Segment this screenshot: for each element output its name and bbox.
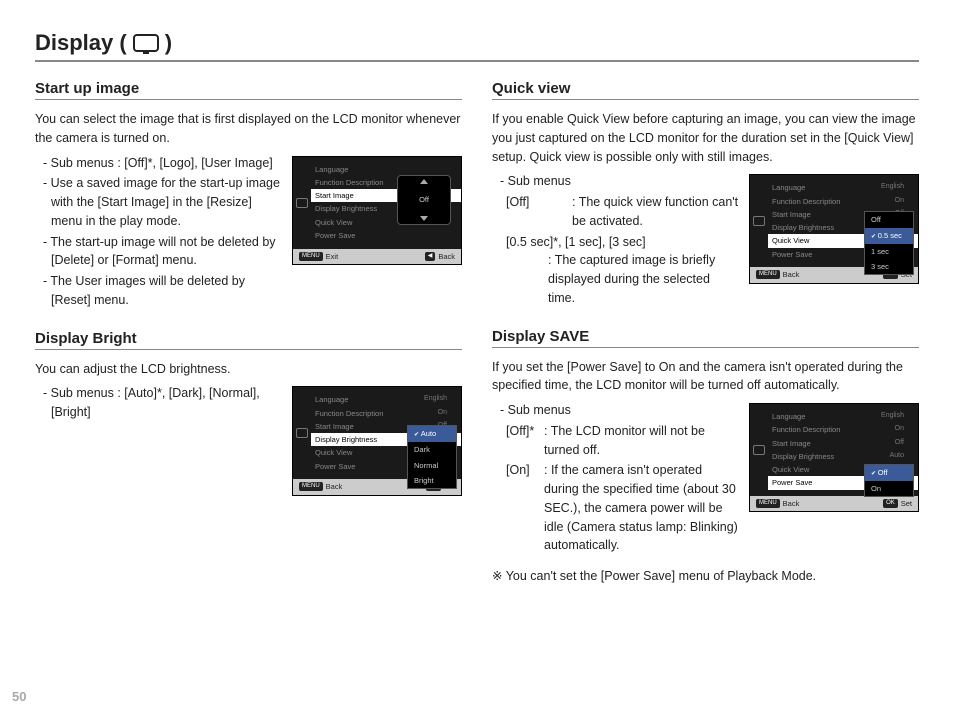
save-note: ※ You can't set the [Power Save] menu of… <box>492 567 919 586</box>
list-item: The User images will be deleted by [Rese… <box>43 272 282 310</box>
save-intro: If you set the [Power Save] to On and th… <box>492 358 919 396</box>
lcd-row: Start ImageOff <box>768 437 918 450</box>
lcd-row: Display BrightnessAuto <box>768 450 918 463</box>
section-heading-quickview: Quick view <box>492 80 919 100</box>
lcd-row: Function DescriptionOn <box>768 195 918 208</box>
list-item: Sub menus : [Auto]*, [Dark], [Normal], [… <box>43 384 282 422</box>
lcd-row: LanguageEnglish <box>768 410 918 423</box>
lcd-row: LanguageEnglish <box>311 393 461 406</box>
lcd-row: Function DescriptionOn <box>311 407 461 420</box>
page-title: Display ( ) <box>35 30 919 62</box>
section-heading-save: Display SAVE <box>492 328 919 348</box>
popup-option: Off <box>865 212 913 227</box>
lcd-quickview: LanguageEnglish Function DescriptionOn S… <box>749 174 919 283</box>
lcd-row: Language <box>311 163 461 176</box>
def-row: [Off]* : The LCD monitor will not be tur… <box>492 422 739 460</box>
lcd-row: Power Save <box>311 229 461 242</box>
display-icon <box>296 198 308 208</box>
sub-menus-label: Sub menus <box>500 172 739 191</box>
lcd-footer: MENUExit ◀Back <box>293 249 461 264</box>
ok-button-icon: OK <box>883 499 898 508</box>
popup-option: Bright <box>408 473 456 488</box>
display-icon <box>753 216 765 226</box>
lcd-startup: Language Function Description Start Imag… <box>292 156 462 265</box>
lcd-row: LanguageEnglish <box>768 181 918 194</box>
def-row: [Off] : The quick view function can't be… <box>492 193 739 231</box>
startup-bullets: Sub menus : [Off]*, [Logo], [User Image]… <box>35 154 282 310</box>
display-icon <box>753 445 765 455</box>
title-suffix: ) <box>165 30 172 56</box>
lcd-popup: Off <box>397 175 451 225</box>
lcd-popup: Off On <box>864 464 914 497</box>
sub-menus-label: Sub menus <box>500 401 739 420</box>
def-row: [0.5 sec]*, [1 sec], [3 sec] : The captu… <box>492 233 739 308</box>
chevron-down-icon <box>420 216 428 221</box>
bright-intro: You can adjust the LCD brightness. <box>35 360 462 379</box>
popup-option: 3 sec <box>865 259 913 274</box>
menu-button-icon: MENU <box>299 482 323 491</box>
display-icon <box>296 428 308 438</box>
quickview-intro: If you enable Quick View before capturin… <box>492 110 919 166</box>
section-heading-bright: Display Bright <box>35 330 462 350</box>
startup-intro: You can select the image that is first d… <box>35 110 462 148</box>
lcd-save: LanguageEnglish Function DescriptionOn S… <box>749 403 919 512</box>
popup-option-selected: Off <box>865 465 913 481</box>
popup-option: Dark <box>408 442 456 457</box>
popup-option: 1 sec <box>865 244 913 259</box>
popup-option: On <box>865 481 913 496</box>
lcd-popup: Auto Dark Normal Bright <box>407 425 457 489</box>
title-prefix: Display ( <box>35 30 127 56</box>
display-icon <box>133 34 159 52</box>
lcd-footer: MENUBack OKSet <box>750 496 918 511</box>
left-column: Start up image You can select the image … <box>35 74 462 604</box>
lcd-bright: LanguageEnglish Function DescriptionOn S… <box>292 386 462 495</box>
popup-option: Normal <box>408 458 456 473</box>
menu-button-icon: MENU <box>756 270 780 279</box>
popup-option-selected: Auto <box>408 426 456 442</box>
lcd-popup: Off 0.5 sec 1 sec 3 sec <box>864 211 914 275</box>
lcd-row: Function DescriptionOn <box>768 423 918 436</box>
def-row: [On] : If the camera isn't operated duri… <box>492 461 739 555</box>
menu-button-icon: MENU <box>299 252 323 261</box>
section-heading-startup: Start up image <box>35 80 462 100</box>
bright-bullets: Sub menus : [Auto]*, [Dark], [Normal], [… <box>35 384 282 422</box>
right-column: Quick view If you enable Quick View befo… <box>492 74 919 604</box>
list-item: The start-up image will not be deleted b… <box>43 233 282 271</box>
page-number: 50 <box>12 689 26 704</box>
left-arrow-icon: ◀ <box>425 252 436 261</box>
menu-button-icon: MENU <box>756 499 780 508</box>
list-item: Sub menus : [Off]*, [Logo], [User Image] <box>43 154 282 173</box>
chevron-up-icon <box>420 179 428 184</box>
popup-option-selected: 0.5 sec <box>865 228 913 244</box>
list-item: Use a saved image for the start-up image… <box>43 174 282 230</box>
